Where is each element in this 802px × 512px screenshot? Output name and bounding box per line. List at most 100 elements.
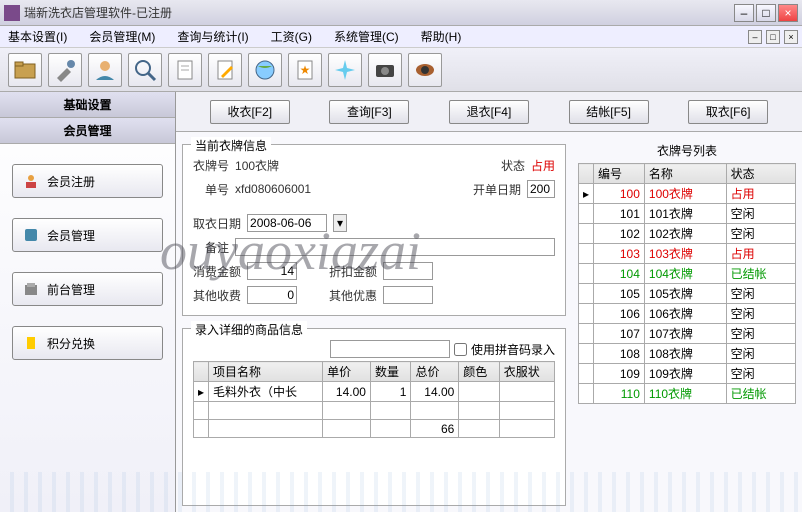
pickup-button[interactable]: 取衣[F6] bbox=[688, 100, 768, 124]
table-row[interactable]: 102102衣牌空闲 bbox=[579, 224, 796, 244]
col-price[interactable]: 单价 bbox=[323, 362, 371, 382]
close-button[interactable]: × bbox=[778, 4, 798, 22]
orderdate-input[interactable] bbox=[527, 180, 555, 198]
action-bar: 收衣[F2] 查询[F3] 退衣[F4] 结帐[F5] 取衣[F6] bbox=[176, 92, 802, 132]
amount-input[interactable] bbox=[247, 262, 297, 280]
globe-icon bbox=[253, 58, 277, 82]
query-button[interactable]: 查询[F3] bbox=[329, 100, 409, 124]
dropdown-icon[interactable]: ▾ bbox=[333, 214, 347, 232]
col-status[interactable]: 状态 bbox=[726, 164, 795, 184]
mdi-minimize-button[interactable]: – bbox=[748, 30, 762, 44]
otherdisc-input[interactable] bbox=[383, 286, 433, 304]
pinyin-checkbox[interactable] bbox=[454, 343, 467, 356]
content: 收衣[F2] 查询[F3] 退衣[F4] 结帐[F5] 取衣[F6] 当前衣牌信… bbox=[176, 92, 802, 512]
tagno-value: 100衣牌 bbox=[235, 157, 279, 174]
col-no[interactable]: 编号 bbox=[594, 164, 645, 184]
col-clothstatus[interactable]: 衣服状 bbox=[499, 362, 554, 382]
sidebar-btn-points[interactable]: 积分兑换 bbox=[12, 326, 163, 360]
return-button[interactable]: 退衣[F4] bbox=[449, 100, 529, 124]
sparkle-icon bbox=[333, 58, 357, 82]
taglist-title: 衣牌号列表 bbox=[578, 138, 796, 163]
maximize-button[interactable]: □ bbox=[756, 4, 776, 22]
discount-input[interactable] bbox=[383, 262, 433, 280]
otherfee-input[interactable] bbox=[247, 286, 297, 304]
menu-system[interactable]: 系统管理(C) bbox=[330, 26, 403, 47]
status-label: 状态 bbox=[501, 157, 525, 174]
col-name[interactable]: 项目名称 bbox=[209, 362, 323, 382]
sidebar-btn-label: 会员管理 bbox=[47, 227, 95, 244]
toolbar-btn-10[interactable] bbox=[368, 53, 402, 87]
lens-icon bbox=[413, 58, 437, 82]
menu-query[interactable]: 查询与统计(I) bbox=[173, 26, 252, 47]
col-color[interactable]: 颜色 bbox=[459, 362, 499, 382]
toolbar-btn-8[interactable]: ★ bbox=[288, 53, 322, 87]
toolbar-btn-1[interactable] bbox=[8, 53, 42, 87]
sidebar-btn-manage[interactable]: 会员管理 bbox=[12, 218, 163, 252]
manage-icon bbox=[23, 227, 39, 243]
window-title: 瑞新洗衣店管理软件-已注册 bbox=[24, 4, 734, 21]
front-icon bbox=[23, 281, 39, 297]
table-row[interactable]: 106106衣牌空闲 bbox=[579, 304, 796, 324]
sidebar: 基础设置 会员管理 会员注册 会员管理 前台管理 积分兑换 bbox=[0, 92, 176, 512]
col-qty[interactable]: 数量 bbox=[370, 362, 410, 382]
goods-table: 项目名称 单价 数量 总价 颜色 衣服状 ▸ 毛料外衣（中长 14.00 1 bbox=[193, 361, 555, 438]
footer-total: 66 bbox=[411, 420, 459, 438]
menu-member[interactable]: 会员管理(M) bbox=[85, 26, 159, 47]
toolbar-btn-11[interactable] bbox=[408, 53, 442, 87]
goods-title: 录入详细的商品信息 bbox=[191, 321, 307, 338]
menubar: 基本设置(I) 会员管理(M) 查询与统计(I) 工资(G) 系统管理(C) 帮… bbox=[0, 26, 802, 48]
menu-basic[interactable]: 基本设置(I) bbox=[4, 26, 71, 47]
settle-button[interactable]: 结帐[F5] bbox=[569, 100, 649, 124]
toolbar-btn-6[interactable] bbox=[208, 53, 242, 87]
minimize-button[interactable]: – bbox=[734, 4, 754, 22]
sidebar-header-basic[interactable]: 基础设置 bbox=[0, 92, 175, 118]
table-row[interactable] bbox=[194, 402, 555, 420]
col-total[interactable]: 总价 bbox=[411, 362, 459, 382]
receive-button[interactable]: 收衣[F2] bbox=[210, 100, 290, 124]
table-footer-row: 66 bbox=[194, 420, 555, 438]
toolbar-btn-4[interactable] bbox=[128, 53, 162, 87]
mdi-close-button[interactable]: × bbox=[784, 30, 798, 44]
points-icon bbox=[23, 335, 39, 351]
table-row[interactable]: 103103衣牌占用 bbox=[579, 244, 796, 264]
taglist-table: 编号 名称 状态 ▸100100衣牌占用101101衣牌空闲102102衣牌空闲… bbox=[578, 163, 796, 404]
toolbar: ★ bbox=[0, 48, 802, 92]
toolbar-btn-2[interactable] bbox=[48, 53, 82, 87]
orderno-value: xfd080606001 bbox=[235, 182, 311, 196]
sidebar-btn-register[interactable]: 会员注册 bbox=[12, 164, 163, 198]
toolbar-btn-7[interactable] bbox=[248, 53, 282, 87]
table-row[interactable]: 104104衣牌已结帐 bbox=[579, 264, 796, 284]
app-icon bbox=[4, 5, 20, 21]
pickupdate-label: 取衣日期 bbox=[193, 215, 241, 232]
cell-color bbox=[459, 382, 499, 402]
table-row[interactable]: 110110衣牌已结帐 bbox=[579, 384, 796, 404]
sidebar-header-member[interactable]: 会员管理 bbox=[0, 118, 175, 144]
menu-salary[interactable]: 工资(G) bbox=[267, 26, 316, 47]
col-name[interactable]: 名称 bbox=[644, 164, 726, 184]
svg-text:★: ★ bbox=[300, 63, 311, 77]
table-row[interactable]: 108108衣牌空闲 bbox=[579, 344, 796, 364]
table-row[interactable]: 105105衣牌空闲 bbox=[579, 284, 796, 304]
menu-help[interactable]: 帮助(H) bbox=[417, 26, 466, 47]
table-row[interactable]: 107107衣牌空闲 bbox=[579, 324, 796, 344]
table-row[interactable]: ▸ 毛料外衣（中长 14.00 1 14.00 bbox=[194, 382, 555, 402]
orderdate-label: 开单日期 bbox=[473, 181, 521, 198]
sidebar-btn-front[interactable]: 前台管理 bbox=[12, 272, 163, 306]
cell-price: 14.00 bbox=[323, 382, 371, 402]
table-row[interactable]: ▸100100衣牌占用 bbox=[579, 184, 796, 204]
toolbar-btn-9[interactable] bbox=[328, 53, 362, 87]
amount-label: 消费金额 bbox=[193, 263, 241, 280]
goods-search-input[interactable] bbox=[330, 340, 450, 358]
discount-label: 折扣金额 bbox=[329, 263, 377, 280]
table-row[interactable]: 109109衣牌空闲 bbox=[579, 364, 796, 384]
table-header-row: 项目名称 单价 数量 总价 颜色 衣服状 bbox=[194, 362, 555, 382]
pinyin-label: 使用拼音码录入 bbox=[471, 341, 555, 358]
mdi-restore-button[interactable]: □ bbox=[766, 30, 780, 44]
table-row[interactable]: 101101衣牌空闲 bbox=[579, 204, 796, 224]
toolbar-btn-3[interactable] bbox=[88, 53, 122, 87]
pickupdate-input[interactable] bbox=[247, 214, 327, 232]
table-header-row: 编号 名称 状态 bbox=[579, 164, 796, 184]
otherdisc-label: 其他优惠 bbox=[329, 287, 377, 304]
remark-input[interactable] bbox=[235, 238, 555, 256]
toolbar-btn-5[interactable] bbox=[168, 53, 202, 87]
